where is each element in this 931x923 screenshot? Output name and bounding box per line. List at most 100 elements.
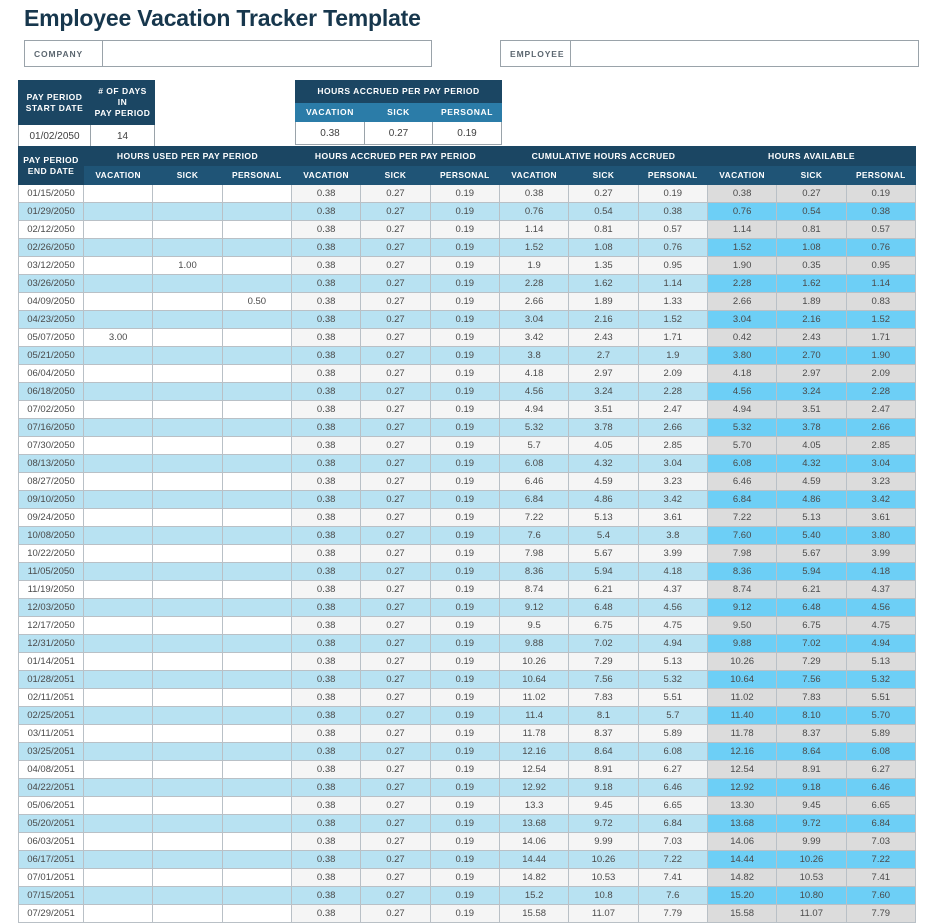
cell-used-vacation[interactable] <box>82 310 154 329</box>
cell-pay-period-end-date[interactable]: 03/11/2051 <box>18 724 84 743</box>
cell-used-personal[interactable] <box>221 634 292 653</box>
cell-used-vacation[interactable] <box>82 418 154 437</box>
cell-used-vacation[interactable] <box>82 562 154 581</box>
cell-used-sick[interactable] <box>152 472 223 491</box>
cell-pay-period-end-date[interactable]: 07/01/2051 <box>18 868 84 887</box>
cell-used-sick[interactable] <box>152 868 223 887</box>
cell-used-vacation[interactable] <box>82 364 154 383</box>
cell-used-sick[interactable] <box>152 652 223 671</box>
cell-used-vacation[interactable] <box>82 814 154 833</box>
cell-used-sick[interactable] <box>152 724 223 743</box>
employee-input[interactable] <box>571 41 918 66</box>
cell-pay-period-end-date[interactable]: 07/15/2051 <box>18 886 84 905</box>
cell-pay-period-end-date[interactable]: 05/07/2050 <box>18 328 84 347</box>
cell-used-vacation[interactable] <box>82 436 154 455</box>
cell-used-vacation[interactable] <box>82 598 154 617</box>
cell-pay-period-end-date[interactable]: 11/05/2050 <box>18 562 84 581</box>
cell-used-personal[interactable] <box>221 256 292 275</box>
cell-used-personal[interactable] <box>221 652 292 671</box>
cell-used-personal[interactable] <box>221 886 292 905</box>
cell-used-sick[interactable] <box>152 580 223 599</box>
cell-used-sick[interactable] <box>152 562 223 581</box>
cell-used-personal[interactable] <box>221 706 292 725</box>
cell-used-personal[interactable] <box>221 616 292 635</box>
cell-used-personal[interactable] <box>221 688 292 707</box>
cell-used-sick[interactable] <box>152 706 223 725</box>
company-field[interactable]: COMPANY <box>24 40 432 67</box>
cell-used-sick[interactable] <box>152 760 223 779</box>
company-input[interactable] <box>103 41 431 66</box>
cell-used-personal[interactable] <box>221 580 292 599</box>
cell-pay-period-end-date[interactable]: 12/31/2050 <box>18 634 84 653</box>
cell-used-personal[interactable] <box>221 778 292 797</box>
cell-used-personal[interactable] <box>221 760 292 779</box>
cell-used-vacation[interactable] <box>82 274 154 293</box>
cell-used-sick[interactable] <box>152 436 223 455</box>
cell-used-personal[interactable] <box>221 382 292 401</box>
cell-used-sick[interactable] <box>152 508 223 527</box>
cell-used-vacation[interactable] <box>82 886 154 905</box>
cell-used-vacation[interactable] <box>82 742 154 761</box>
cell-used-sick[interactable] <box>152 850 223 869</box>
cell-used-sick[interactable] <box>152 526 223 545</box>
cell-used-sick[interactable] <box>152 454 223 473</box>
cell-used-sick[interactable] <box>152 670 223 689</box>
cell-used-personal[interactable] <box>221 400 292 419</box>
cell-used-sick[interactable] <box>152 904 223 923</box>
cell-pay-period-end-date[interactable]: 06/18/2050 <box>18 382 84 401</box>
accrual-value-vacation[interactable]: 0.38 <box>295 121 365 145</box>
cell-used-vacation[interactable] <box>82 850 154 869</box>
cell-used-personal[interactable] <box>221 742 292 761</box>
cell-used-sick[interactable] <box>152 292 223 311</box>
cell-used-personal[interactable] <box>221 346 292 365</box>
cell-pay-period-end-date[interactable]: 01/29/2050 <box>18 202 84 221</box>
cell-used-vacation[interactable] <box>82 220 154 239</box>
cell-used-vacation[interactable] <box>82 868 154 887</box>
cell-used-personal[interactable] <box>221 508 292 527</box>
cell-used-personal[interactable] <box>221 544 292 563</box>
cell-used-vacation[interactable] <box>82 238 154 257</box>
cell-used-vacation[interactable] <box>82 382 154 401</box>
cell-used-personal[interactable] <box>221 868 292 887</box>
cell-pay-period-end-date[interactable]: 02/26/2050 <box>18 238 84 257</box>
cell-used-sick[interactable] <box>152 544 223 563</box>
cell-used-sick[interactable] <box>152 688 223 707</box>
cell-used-personal[interactable] <box>221 238 292 257</box>
cell-pay-period-end-date[interactable]: 04/08/2051 <box>18 760 84 779</box>
cell-used-sick[interactable]: 1.00 <box>152 256 223 275</box>
cell-used-sick[interactable] <box>152 634 223 653</box>
cell-pay-period-end-date[interactable]: 06/17/2051 <box>18 850 84 869</box>
cell-used-personal[interactable] <box>221 562 292 581</box>
cell-used-personal[interactable] <box>221 202 292 221</box>
cell-used-vacation[interactable] <box>82 760 154 779</box>
cell-used-vacation[interactable] <box>82 652 154 671</box>
cell-pay-period-end-date[interactable]: 01/15/2050 <box>18 184 84 203</box>
cell-used-vacation[interactable] <box>82 778 154 797</box>
cell-used-sick[interactable] <box>152 814 223 833</box>
cell-used-personal[interactable] <box>221 364 292 383</box>
cell-used-sick[interactable] <box>152 616 223 635</box>
cell-used-personal[interactable] <box>221 220 292 239</box>
accrual-value-personal[interactable]: 0.19 <box>432 121 502 145</box>
cell-pay-period-end-date[interactable]: 03/26/2050 <box>18 274 84 293</box>
cell-used-vacation[interactable] <box>82 544 154 563</box>
cell-used-sick[interactable] <box>152 886 223 905</box>
cell-used-personal[interactable] <box>221 274 292 293</box>
cell-pay-period-end-date[interactable]: 12/17/2050 <box>18 616 84 635</box>
cell-used-sick[interactable] <box>152 202 223 221</box>
cell-used-personal[interactable] <box>221 472 292 491</box>
cell-pay-period-end-date[interactable]: 12/03/2050 <box>18 598 84 617</box>
cell-used-sick[interactable] <box>152 220 223 239</box>
cell-used-vacation[interactable] <box>82 454 154 473</box>
cell-used-vacation[interactable] <box>82 796 154 815</box>
cell-pay-period-end-date[interactable]: 02/11/2051 <box>18 688 84 707</box>
cell-used-sick[interactable] <box>152 364 223 383</box>
cell-used-vacation[interactable] <box>82 616 154 635</box>
cell-used-vacation[interactable] <box>82 490 154 509</box>
cell-used-vacation[interactable] <box>82 580 154 599</box>
cell-used-personal[interactable] <box>221 904 292 923</box>
cell-used-personal[interactable] <box>221 436 292 455</box>
cell-used-personal[interactable] <box>221 670 292 689</box>
cell-pay-period-end-date[interactable]: 10/22/2050 <box>18 544 84 563</box>
cell-used-vacation[interactable] <box>82 400 154 419</box>
